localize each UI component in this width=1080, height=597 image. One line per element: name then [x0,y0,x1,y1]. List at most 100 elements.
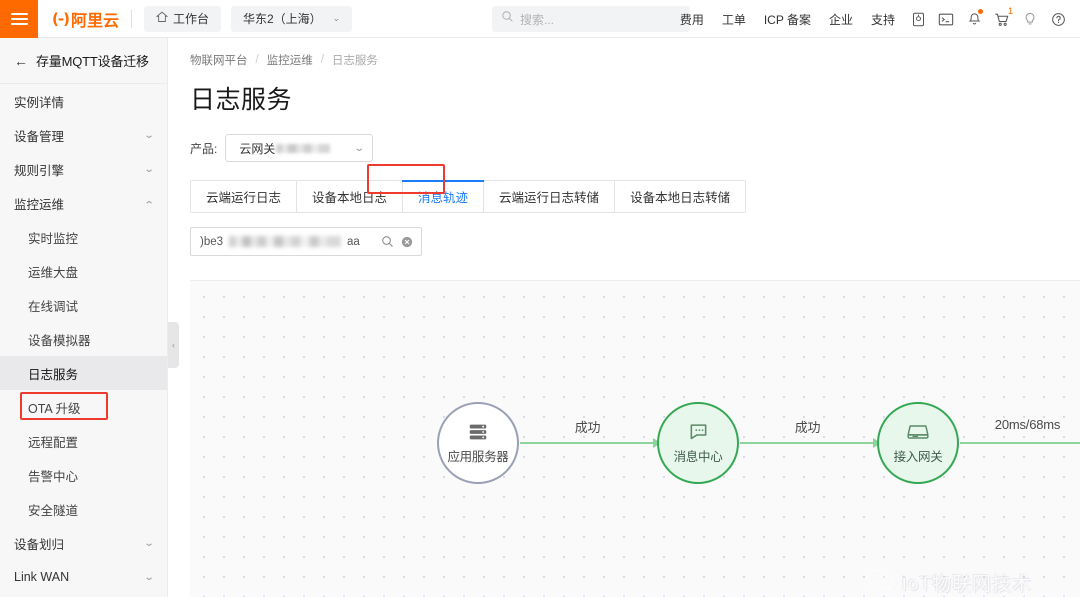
breadcrumb-item-monitoring[interactable]: 监控运维 [267,52,313,68]
breadcrumb-item-iot-platform[interactable]: 物联网平台 [190,52,248,68]
sidebar-item-label: Link WAN [14,570,70,584]
chevron-down-icon: ⌄ [332,13,341,23]
product-select[interactable]: 云网关 ⌄ [225,134,374,162]
tab-label: 设备本地日志 [312,191,388,205]
tab-3[interactable]: 云端运行日志转储 [484,181,616,212]
sidebar-item-12[interactable]: 安全隧道 [0,492,167,526]
sidebar-item-label: 设备管理 [14,129,65,144]
sidebar-item-label: 设备模拟器 [28,333,91,348]
mobile-app-icon[interactable] [904,0,932,38]
breadcrumb-separator: / [320,54,324,66]
product-select-value: 云网关 [239,140,331,157]
sidebar-item-0[interactable]: 实例详情 [0,84,167,118]
sidebar-item-10[interactable]: 远程配置 [0,424,167,458]
sidebar-item-label: 安全隧道 [28,503,79,518]
product-filter-row: 产品: 云网关 ⌄ [168,116,1080,162]
nav-link-tickets[interactable]: 工单 [713,11,755,28]
region-selector[interactable]: 华东2（上海） ⌄ [230,5,353,32]
sidebar-item-7[interactable]: 设备模拟器 [0,322,167,356]
search-icon[interactable] [381,235,394,248]
sidebar-item-11[interactable]: 告警中心 [0,458,167,492]
tab-4[interactable]: 设备本地日志转储 [615,181,746,212]
message-id-search-input[interactable]: )be3 aa [190,227,422,256]
clear-circle-icon[interactable] [401,236,413,248]
server-stack-icon [467,421,489,443]
product-select-text: 云网关 [239,141,276,156]
flow-edge-access-gateway-to-device [960,442,1080,444]
sidebar-item-label: 规则引擎 [14,163,65,178]
sidebar-item-8[interactable]: 日志服务 [0,356,167,390]
global-search-input[interactable]: 搜索... [492,6,690,32]
search-icon [501,10,514,28]
lightbulb-icon[interactable] [1016,0,1044,38]
wechat-icon [865,568,895,597]
aliyun-logo-text: 阿里云 [70,12,119,30]
tab-label: 云端运行日志转储 [499,191,600,205]
flow-node-label: 消息中心 [673,450,723,464]
nav-link-enterprise[interactable]: 企业 [820,11,862,28]
nav-link-fees[interactable]: 费用 [671,11,713,28]
search-value-suffix: aa [347,235,360,248]
sidebar-item-13[interactable]: 设备划归 ⌄ [0,526,167,560]
tab-label: 云端运行日志 [206,191,282,205]
aliyun-logo-mark: (-) [52,9,70,28]
chevron-up-icon: ⌄ [143,197,155,209]
notification-bell-icon[interactable] [960,0,988,38]
aliyun-logo[interactable]: (-) 阿里云 [52,7,119,31]
sidebar-item-9[interactable]: OTA 升级 [0,390,167,424]
sidebar-collapse-handle[interactable]: ‹ [168,322,179,368]
chevron-down-icon: ⌄ [143,163,155,175]
search-value-prefix: )be3 [200,235,224,248]
flow-edge-label: 成功 [794,420,821,435]
sidebar-item-3[interactable]: 监控运维 ⌄ [0,186,167,220]
workbench-button[interactable]: 工作台 [143,5,221,32]
sidebar-item-label: 设备划归 [14,537,65,552]
sidebar-item-1[interactable]: 设备管理 ⌄ [0,118,167,152]
chevron-down-icon: ⌄ [353,142,366,154]
global-search-placeholder: 搜索... [520,12,555,27]
tab-2[interactable]: 消息轨迹 [402,180,485,212]
flow-edge-label: 成功 [574,420,601,435]
message-trace-canvas[interactable]: IoT物联网技术 应用服务器消息中心接入网关设备成功成功20ms/68ms [190,280,1080,597]
chevron-down-icon: ⌄ [143,129,155,141]
message-bubble-icon [687,421,710,443]
sidebar-item-5[interactable]: 运维大盘 [0,254,167,288]
flow-edge-app-server-to-message-center [520,442,655,444]
chevron-left-icon: ‹ [172,340,175,350]
page-title: 日志服务 [190,86,293,114]
workbench-label: 工作台 [172,12,209,26]
breadcrumb: 物联网平台 / 监控运维 / 日志服务 [168,38,1080,68]
sidebar-item-label: OTA 升级 [28,401,81,416]
flow-node-app-server[interactable]: 应用服务器 [437,402,519,484]
shopping-cart-icon[interactable]: 1 [988,0,1016,38]
left-sidebar: ← 存量MQTT设备迁移 实例详情 设备管理 ⌄ 规则引擎 ⌄ 监控运维 ⌄ 实时监控 运维大盘… [0,38,168,597]
sidebar-item-label: 运维大盘 [28,265,79,280]
page-root: (-) 阿里云 工作台 华东2（上海） ⌄ 搜索... 费用 工单 ICP 备案… [0,0,1080,597]
sidebar-back-header[interactable]: ← 存量MQTT设备迁移 [0,38,167,84]
cloud-shell-icon[interactable] [932,0,960,38]
flow-node-access-gateway[interactable]: 接入网关 [877,402,959,484]
help-icon[interactable] [1044,0,1072,38]
redacted-search-value [229,236,342,247]
tab-0[interactable]: 云端运行日志 [191,181,298,212]
sidebar-item-14[interactable]: Link WAN ⌄ [0,560,167,594]
flow-node-label: 接入网关 [893,450,943,464]
watermark-text: IoT物联网技术 [901,574,1032,595]
gateway-device-icon [906,421,930,443]
chevron-down-icon: ⌄ [143,537,155,549]
sidebar-item-6[interactable]: 在线调试 [0,288,167,322]
tab-label: 设备本地日志转储 [630,191,731,205]
hamburger-menu-icon[interactable] [0,0,38,38]
breadcrumb-separator: / [255,54,259,66]
sidebar-item-label: 实时监控 [28,231,79,246]
notification-dot-badge [978,9,983,14]
sidebar-item-label: 实例详情 [14,95,65,110]
sidebar-item-4[interactable]: 实时监控 [0,220,167,254]
tab-1[interactable]: 设备本地日志 [297,181,404,212]
nav-link-icp[interactable]: ICP 备案 [755,11,820,28]
nav-link-support[interactable]: 支持 [862,11,904,28]
sidebar-item-2[interactable]: 规则引擎 ⌄ [0,152,167,186]
flow-node-message-center[interactable]: 消息中心 [657,402,739,484]
top-navigation-bar: (-) 阿里云 工作台 华东2（上海） ⌄ 搜索... 费用 工单 ICP 备案… [0,0,1080,38]
sidebar-item-label: 在线调试 [28,299,79,314]
